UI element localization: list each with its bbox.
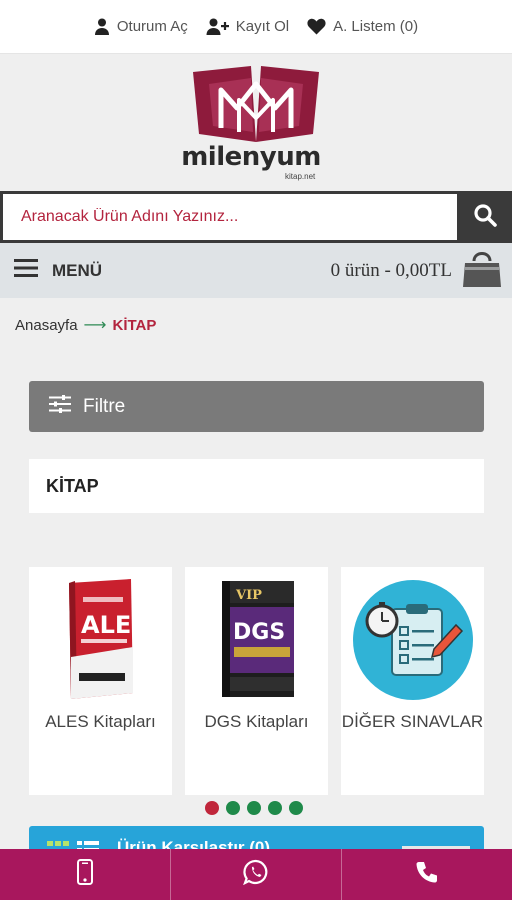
- open-book-logo-icon: [193, 66, 319, 142]
- breadcrumb: Anasayfa ⟶ KİTAP: [15, 315, 156, 335]
- carousel-dot[interactable]: [247, 801, 261, 815]
- search-bar: [0, 191, 512, 243]
- phone-icon: [415, 860, 439, 889]
- carousel-dot[interactable]: [268, 801, 282, 815]
- phone-call-button[interactable]: [342, 849, 512, 900]
- search-input[interactable]: [3, 194, 457, 240]
- user-icon: [94, 18, 110, 35]
- wishlist-link[interactable]: A. Listem (0): [307, 18, 418, 35]
- svg-text:DGS: DGS: [233, 620, 285, 645]
- register-link[interactable]: Kayıt Ol: [206, 18, 289, 35]
- search-button[interactable]: [457, 191, 512, 243]
- dgs-book-cover: VIP DGS: [185, 575, 328, 705]
- sliders-icon: [49, 394, 71, 419]
- logo-wordmark: milenyum: [181, 142, 321, 172]
- category-card-label: DİĞER SINAVLAR: [341, 712, 484, 731]
- top-account-bar: Oturum Aç Kayıt Ol A. Listem (0): [0, 0, 512, 54]
- category-card-label: DGS Kitapları: [204, 712, 309, 731]
- whatsapp-button[interactable]: [171, 849, 342, 900]
- cart-summary-text: 0 ürün - 0,00TL: [330, 259, 452, 281]
- category-card-other-exams[interactable]: DİĞER SINAVLAR: [341, 567, 484, 795]
- svg-text:VIP: VIP: [235, 588, 262, 603]
- heart-icon: [307, 18, 326, 35]
- logo-subtext: kitap.net: [285, 172, 316, 181]
- login-link[interactable]: Oturum Aç: [94, 18, 188, 35]
- carousel-dot[interactable]: [289, 801, 303, 815]
- breadcrumb-home[interactable]: Anasayfa: [15, 317, 78, 334]
- login-label: Oturum Aç: [116, 18, 188, 35]
- search-icon: [473, 203, 497, 232]
- svg-text:ALES: ALES: [81, 611, 141, 639]
- category-card-ales[interactable]: ALES ALES Kitapları: [29, 567, 172, 795]
- exam-checklist-icon: [341, 575, 484, 705]
- category-title: KİTAP: [29, 459, 484, 513]
- carousel-dot[interactable]: [205, 801, 219, 815]
- shopping-bag-icon: [462, 247, 502, 295]
- smartphone-icon: [77, 859, 93, 890]
- user-plus-icon: [206, 18, 229, 35]
- menu-toggle[interactable]: MENÜ: [14, 259, 102, 282]
- mobile-app-button[interactable]: [0, 849, 171, 900]
- wishlist-label: A. Listem (0): [333, 18, 419, 35]
- filter-label: Filtre: [83, 395, 126, 417]
- carousel-dot[interactable]: [226, 801, 240, 815]
- whatsapp-icon: [243, 859, 269, 890]
- menu-label: MENÜ: [52, 260, 103, 280]
- category-card-dgs[interactable]: VIP DGS DGS Kitapları: [185, 567, 328, 795]
- breadcrumb-current: KİTAP: [112, 316, 157, 334]
- hamburger-icon: [14, 259, 38, 282]
- cart-summary[interactable]: 0 ürün - 0,00TL: [331, 247, 502, 295]
- carousel-pagination: [205, 801, 303, 815]
- menu-bar: MENÜ 0 ürün - 0,00TL: [0, 243, 512, 298]
- category-card-label: ALES Kitapları: [45, 712, 156, 731]
- ales-book-cover: ALES: [29, 575, 172, 705]
- filter-button[interactable]: Filtre: [29, 381, 484, 432]
- bottom-contact-bar: [0, 849, 512, 900]
- logo-area: milenyum kitap.net: [0, 54, 512, 190]
- register-label: Kayıt Ol: [235, 18, 290, 35]
- breadcrumb-arrow-icon: ⟶: [83, 317, 107, 334]
- site-logo[interactable]: milenyum kitap.net: [181, 62, 331, 182]
